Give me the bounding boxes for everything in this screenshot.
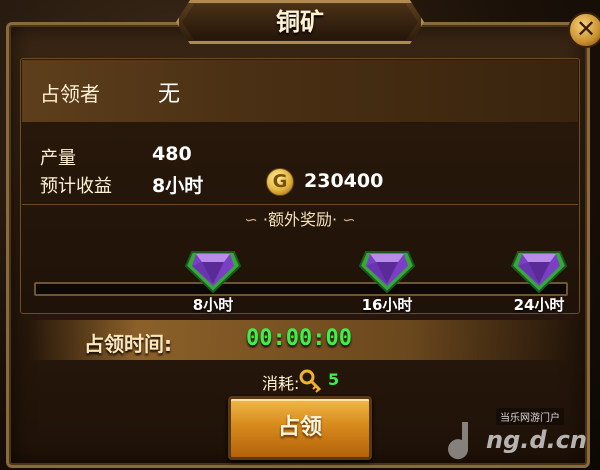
owner-label: 占领者 [40,82,100,106]
cost-value: 5 [328,370,340,389]
dialog-title: 铜矿 [276,8,324,36]
bonus-title-text: ·额外奖励· [262,210,338,229]
income-label: 预计收益 [40,176,112,197]
income-amount: 230400 [304,170,384,192]
owner-value: 无 [158,82,181,107]
key-icon [299,369,322,393]
watermark-logo-icon [448,422,468,460]
bonus-swirl-right-icon: ∽ [342,210,356,229]
watermark-text: ng.d.cn [486,426,587,454]
milestone-label-24h: 24小时 [513,296,565,314]
occupy-time-value: 00:00:00 [246,326,352,351]
bonus-progress-track [34,282,568,296]
milestone-label-16h: 16小时 [361,296,413,314]
bonus-title: ∽ ·额外奖励· ∽ [0,206,600,230]
milestone-label-8h: 8小时 [192,296,234,314]
purple-gem-icon[interactable] [184,240,242,294]
gold-coin-icon: G [266,168,294,196]
income-duration: 8小时 [152,175,204,197]
close-icon[interactable]: ✕ [568,12,600,48]
bonus-swirl-left-icon: ∽ [244,210,258,229]
divider [22,204,578,205]
owner-strip [22,60,578,122]
cost-label: 消耗: [262,374,300,393]
occupy-button[interactable] [228,396,372,460]
watermark-site-name: 当乐网游门户 [496,408,564,425]
output-value: 480 [152,143,192,165]
occupy-time-label: 占领时间: [84,332,172,356]
purple-gem-icon[interactable] [358,240,416,294]
output-label: 产量 [40,148,76,169]
purple-gem-icon[interactable] [510,240,568,294]
